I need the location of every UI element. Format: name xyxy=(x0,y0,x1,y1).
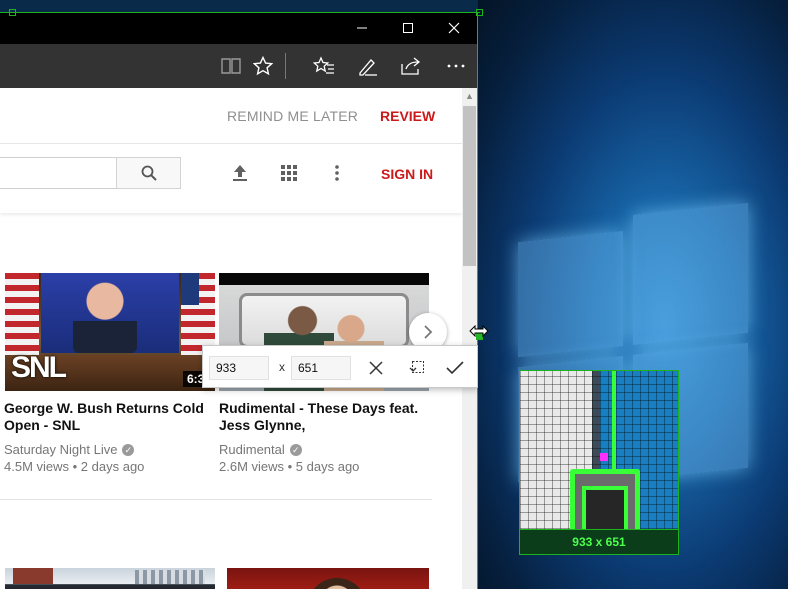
verified-check-icon: ✓ xyxy=(122,443,135,456)
selection-border xyxy=(0,12,480,13)
crop-select-icon xyxy=(409,361,424,373)
share-icon xyxy=(401,57,421,75)
channel-name: Saturday Night Live xyxy=(4,442,118,457)
favorites-hub-button[interactable] xyxy=(310,52,338,80)
web-note-button[interactable] xyxy=(354,52,382,80)
width-input[interactable]: 933 xyxy=(209,356,269,380)
confirm-size-button[interactable] xyxy=(442,355,468,381)
scroll-thumb[interactable] xyxy=(463,106,476,266)
maximize-icon xyxy=(403,23,413,33)
chevron-right-icon xyxy=(424,325,433,339)
channel-name: Rudimental xyxy=(219,442,285,457)
video-thumbnail[interactable] xyxy=(5,568,215,589)
crop-selection-button[interactable] xyxy=(404,355,430,381)
more-button[interactable] xyxy=(442,52,470,80)
title-bar xyxy=(0,12,477,44)
video-meta: 4.5M views • 2 days ago xyxy=(4,459,145,474)
web-note-pen-icon xyxy=(359,59,377,76)
magnifier-size-label: 933 x 651 xyxy=(520,529,678,554)
vertical-dots-icon xyxy=(335,165,339,181)
youtube-masthead: SIGN IN xyxy=(0,145,462,213)
toolbar-separator xyxy=(285,53,286,79)
search-icon xyxy=(141,165,157,181)
pixel-magnifier: 933 x 651 xyxy=(519,370,679,555)
minimize-button[interactable] xyxy=(339,12,385,44)
verified-check-icon: ✓ xyxy=(289,443,302,456)
reading-view-icon xyxy=(221,58,241,74)
review-button[interactable]: REVIEW xyxy=(380,108,435,124)
browser-toolbar xyxy=(0,44,477,88)
height-input[interactable]: 651 xyxy=(291,356,351,380)
video-title[interactable]: George W. Bush Returns Cold Open - SNL xyxy=(4,400,209,434)
close-icon xyxy=(448,22,460,34)
section-divider xyxy=(0,499,432,500)
close-button[interactable] xyxy=(431,12,477,44)
favorite-star-icon xyxy=(253,56,273,76)
share-button[interactable] xyxy=(397,52,425,80)
apps-grid-icon xyxy=(281,165,297,181)
checkmark-icon xyxy=(446,361,464,375)
search-button[interactable] xyxy=(116,157,181,189)
remind-me-later-button[interactable]: REMIND ME LATER xyxy=(227,108,358,124)
cancel-size-button[interactable] xyxy=(363,355,389,381)
video-channel[interactable]: Saturday Night Live ✓ xyxy=(4,442,135,457)
video-meta: 2.6M views • 5 days ago xyxy=(219,459,360,474)
upload-icon xyxy=(233,165,247,181)
favorites-hub-icon xyxy=(313,56,334,74)
close-icon xyxy=(369,361,383,375)
youtube-page: REMIND ME LATER REVIEW SIGN IN SNL 6:34 … xyxy=(0,88,462,589)
upload-button[interactable] xyxy=(228,161,252,185)
reading-view-button[interactable] xyxy=(217,52,245,80)
scroll-up-arrow-icon[interactable]: ▲ xyxy=(462,88,477,104)
apps-button[interactable] xyxy=(277,161,301,185)
promo-banner: REMIND ME LATER REVIEW xyxy=(0,88,462,144)
snl-logo: SNL xyxy=(11,351,67,384)
magnifier-cursor-pixel xyxy=(600,453,608,461)
settings-menu-button[interactable] xyxy=(325,161,349,185)
more-icon xyxy=(447,64,465,68)
video-title[interactable]: Rudimental - These Days feat. Jess Glynn… xyxy=(219,400,424,434)
video-thumbnail[interactable]: SNL 6:34 xyxy=(5,273,215,391)
resize-handle[interactable] xyxy=(476,9,483,16)
browser-window: REMIND ME LATER REVIEW SIGN IN SNL 6:34 … xyxy=(0,12,478,589)
minimize-icon xyxy=(357,27,367,29)
size-toolbar: 933 x 651 xyxy=(202,345,478,388)
vertical-scrollbar[interactable]: ▲ xyxy=(462,88,477,589)
search-input[interactable] xyxy=(0,157,117,189)
video-thumbnail[interactable] xyxy=(227,568,429,589)
size-separator: x xyxy=(279,360,285,374)
video-channel[interactable]: Rudimental ✓ xyxy=(219,442,302,457)
resize-cursor-icon xyxy=(469,325,489,337)
favorite-button[interactable] xyxy=(249,52,277,80)
resize-handle[interactable] xyxy=(9,9,16,16)
sign-in-button[interactable]: SIGN IN xyxy=(381,166,433,182)
maximize-button[interactable] xyxy=(385,12,431,44)
